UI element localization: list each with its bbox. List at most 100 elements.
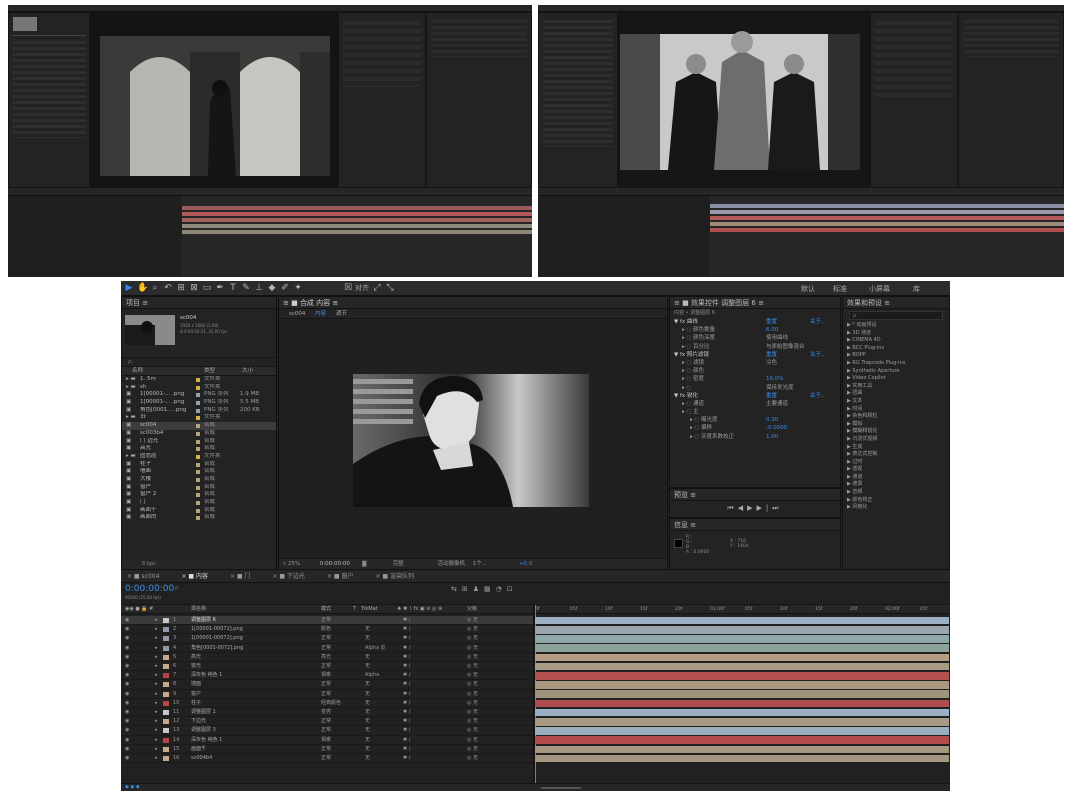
preset-category[interactable]: ▶ BOPP (847, 352, 949, 360)
visibility-eye-icon[interactable]: ◉ (125, 726, 129, 735)
project-item[interactable]: ▣ 高光 合成 (122, 445, 276, 453)
rectangle-tool-icon[interactable]: ▭ (202, 283, 212, 294)
visibility-eye-icon[interactable]: ◉ (125, 745, 129, 754)
visibility-eye-icon[interactable]: ◉ (125, 653, 129, 662)
effect-value[interactable]: -0.0000 (766, 424, 787, 432)
frame-blend-icon[interactable]: ▦ (484, 585, 496, 593)
timeline-layer-row[interactable]: ◉ ▸ 9 窗户 正常 无 ✱ ∕ ◎ 无 (121, 690, 533, 699)
snap-options-icon[interactable]: ⤢ (372, 283, 382, 294)
layer-trkmat-select[interactable]: 无 (365, 745, 370, 754)
timeline-layer-row[interactable]: ◉ ▸ 5 高光 亮光 无 ✱ ∕ ◎ 无 (121, 653, 533, 662)
comp-canvas[interactable] (353, 374, 589, 507)
layer-name[interactable]: 1[00001-00072].png (191, 634, 243, 643)
visibility-eye-icon[interactable]: ◉ (125, 754, 129, 763)
effect-about[interactable]: 关于... (810, 318, 826, 326)
visibility-eye-icon[interactable]: ◉ (125, 680, 129, 689)
effect-row[interactable]: ▸ ◌ 灰度系数校正 1.00 (670, 433, 840, 441)
project-item[interactable]: ▣ 墙面 合成 (122, 468, 276, 476)
layer-name[interactable]: 高光 (191, 653, 201, 662)
layer-duration-bar[interactable] (535, 708, 949, 717)
expand-toggle-icon[interactable]: ▸ (155, 726, 158, 735)
layer-parent-select[interactable]: ◎ 无 (467, 625, 478, 634)
preset-category[interactable]: ▶ 沉浸式视频 (847, 436, 949, 444)
comp-flowchart-icon[interactable]: ⇆ (451, 585, 462, 593)
layer-name[interactable]: sc004b4 (191, 754, 212, 763)
layer-parent-select[interactable]: ◎ 无 (467, 634, 478, 643)
play-icon[interactable]: ▶ (747, 504, 756, 512)
col-trkmat[interactable]: TrkMat (361, 605, 378, 614)
layer-mode-select[interactable]: 亮光 (321, 653, 331, 662)
preset-category[interactable]: ▶ CINEMA 4D (847, 337, 949, 345)
layer-name[interactable]: 画面千 (191, 745, 206, 754)
timeline-tab[interactable]: × ■ 渲染队列 (375, 573, 414, 580)
preset-category[interactable]: ▶ * 动画预设 (847, 322, 949, 330)
rotate-tool-icon[interactable]: ↶ (163, 283, 173, 294)
zoom-slider[interactable] (541, 787, 581, 789)
effect-row[interactable]: ▸ ◌ 百分比 与原始图像混合 (670, 343, 840, 351)
layer-parent-select[interactable]: ◎ 无 (467, 754, 478, 763)
layer-label-color[interactable] (163, 627, 169, 633)
layer-name[interactable]: 柱子 (191, 699, 201, 708)
effect-value[interactable]: 保持发光度 (766, 384, 794, 392)
preset-category[interactable]: ▶ RG Trapcode Plug-ins (847, 360, 949, 368)
timeline-layer-row[interactable]: ◉ ▸ 2 1[00001-00072].png 颜色 无 ✱ ∕ ◎ 无 (121, 625, 533, 635)
timeline-tab[interactable]: × ■ sc004 (127, 573, 159, 580)
layer-name[interactable]: 调整图层 3 (191, 726, 216, 735)
expand-toggle-icon[interactable]: ▸ (155, 717, 158, 726)
layer-parent-select[interactable]: ◎ 无 (467, 644, 478, 653)
layer-duration-bar[interactable] (535, 681, 949, 689)
expand-toggle-icon[interactable]: ▸ (155, 699, 158, 708)
project-item[interactable]: ▣ sc004 合成 (122, 422, 276, 430)
layer-mode-select[interactable]: 变亮 (321, 708, 331, 717)
layer-mode-select[interactable]: 正常 (321, 662, 331, 671)
layer-name[interactable]: 深灰色 纯色 1 (191, 671, 222, 680)
project-item[interactable]: ▸ ▬ 3t 文件夹 (122, 414, 276, 422)
layer-trkmat-select[interactable]: 无 (365, 653, 370, 662)
motion-blur-icon[interactable]: ◔ (496, 585, 507, 593)
layer-duration-bar[interactable] (535, 690, 949, 698)
effects-search-input[interactable]: ρ. (849, 311, 943, 320)
hand-tool-icon[interactable]: ✋ (137, 283, 148, 294)
layer-mode-select[interactable]: 正常 (321, 745, 331, 754)
preset-category[interactable]: ▶ 音频 (847, 489, 949, 497)
layer-duration-bar[interactable] (535, 635, 949, 643)
timeline-layer-row[interactable]: ◉ ▸ 1 调整图层 6 正常 ✱ ∕ ◎ 无 (121, 616, 533, 626)
preset-category[interactable]: ▶ 实用工具 (847, 383, 949, 391)
workspace-standard[interactable]: 标准 (833, 284, 847, 294)
layer-duration-bar[interactable] (535, 653, 949, 662)
project-item[interactable]: ▣ 门 合成 (122, 499, 276, 507)
visibility-eye-icon[interactable]: ◉ (125, 736, 129, 745)
project-item[interactable]: ▣ sc003b4 合成 (122, 430, 276, 438)
timeline-tab[interactable]: × ■ 内容 (181, 573, 208, 580)
col-size[interactable]: 大小 (242, 367, 253, 376)
expand-toggle-icon[interactable]: ▸ (155, 662, 158, 671)
workspace-small-screen[interactable]: 小屏幕 (869, 284, 890, 294)
layer-trkmat-select[interactable]: 无 (365, 625, 370, 634)
layer-trkmat-select[interactable]: Alpha 反 (365, 644, 386, 653)
layer-label-color[interactable] (163, 737, 169, 743)
layer-name[interactable]: 墙面 (191, 680, 201, 689)
timeline-search-input[interactable]: ρ. (175, 586, 180, 591)
project-item[interactable]: ▣ 窗户 合成 (122, 484, 276, 492)
project-item[interactable]: ▣ 门 边光 合成 (122, 438, 276, 446)
workspace-libraries[interactable]: 库 (913, 284, 920, 294)
eraser-tool-icon[interactable]: ◆ (267, 283, 277, 294)
effect-row[interactable]: ▸ ◌ 通道 主要通道 (670, 400, 840, 408)
layer-duration-bar[interactable] (535, 718, 949, 726)
layer-parent-select[interactable]: ◎ 无 (467, 671, 478, 680)
composition-tab[interactable]: ≡ ■ 合成 内容 ≡ (279, 297, 667, 309)
expand-toggle-icon[interactable]: ▸ (155, 616, 158, 625)
project-item[interactable]: ▸ ▬ sh 文件夹 (122, 384, 276, 392)
preset-category[interactable]: ▶ 风格化 (847, 504, 949, 512)
layer-label-color[interactable] (163, 710, 169, 715)
zoom-select[interactable]: 25% (288, 561, 300, 567)
layer-parent-select[interactable]: ◎ 无 (467, 690, 478, 699)
layer-mode-select[interactable]: 经典颜色 (321, 699, 341, 708)
layer-mode-select[interactable]: 相乘 (321, 736, 331, 745)
layer-mode-select[interactable]: 相乘 (321, 671, 331, 680)
layer-label-color[interactable] (163, 645, 169, 651)
brush-tool-icon[interactable]: ✎ (241, 283, 251, 294)
layer-parent-select[interactable]: ◎ 无 (467, 662, 478, 671)
layer-parent-select[interactable]: ◎ 无 (467, 726, 478, 735)
zoom-tool-icon[interactable]: ⌕ (150, 283, 160, 294)
